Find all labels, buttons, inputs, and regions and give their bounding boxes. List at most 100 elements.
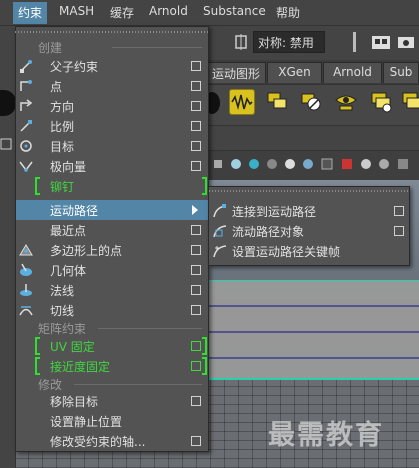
menu-item-label: 法线 [50,284,75,298]
point-constraint-icon [18,78,34,94]
viewport-shading-icons[interactable] [214,156,419,172]
tangent-constraint-icon [18,302,34,318]
menu-item-label: 几何体 [50,264,87,278]
menu-item-label: 设置静止位置 [50,415,123,429]
submenu-item-flow-path-object[interactable]: 流动路径对象 [209,221,409,241]
disable-icon[interactable] [299,89,325,115]
menu-item-rivet[interactable]: 铆钉 [16,176,208,196]
menu-item-point-on-poly[interactable]: 多边形上的点 [16,240,208,260]
option-box[interactable] [191,305,201,315]
highlight-bracket-right [202,177,207,195]
parent-constraint-icon [18,58,34,74]
menu-item-label: 点 [50,80,63,94]
option-box[interactable] [394,226,404,236]
pole-vector-icon [18,158,34,174]
menu-item-aim-constraint[interactable]: 目标 [16,136,208,156]
menu-item-scale-constraint[interactable]: 比例 [16,116,208,136]
set-motion-path-key-icon [212,243,228,259]
menubar-item-help[interactable]: 帮助 [276,4,300,21]
highlight-bracket-left [35,177,40,195]
menu-item-label: 极向量 [50,160,87,174]
option-box[interactable] [191,265,201,275]
menu-item-set-rest-position[interactable]: 设置静止位置 [16,411,208,431]
option-box[interactable] [394,206,404,216]
menubar-item-mash[interactable]: MASH [59,4,94,18]
option-box[interactable] [191,396,201,406]
menu-item-label: 方向 [50,100,75,114]
menubar-item-cache[interactable]: 缓存 [110,4,134,21]
option-box[interactable] [191,101,201,111]
stack-s-icon[interactable] [369,89,395,115]
menu-item-remove-target[interactable]: 移除目标 [16,391,208,411]
highlight-bracket-left [35,357,40,375]
option-box[interactable] [191,245,201,255]
menu-item-label: 移除目标 [50,395,99,409]
submenu-item-set-motion-path-key[interactable]: 设置运动路径关键帧 [209,241,409,261]
watermark: 最需教育 [268,420,384,451]
menu-item-label: 比例 [50,120,75,134]
menu-item-geometry-constraint[interactable]: 几何体 [16,260,208,280]
section-divider [112,47,202,48]
menu-item-closest-point[interactable]: 最近点 [16,220,208,240]
option-box[interactable] [191,436,201,446]
menu-item-label: 最近点 [50,224,87,238]
menu-item-modify-constrained-axis[interactable]: 修改受约束的轴... [16,431,208,451]
option-box[interactable] [191,121,201,131]
option-box[interactable] [191,61,201,71]
highlight-bracket-right [202,357,207,375]
menu-item-motion-paths[interactable]: 运动路径 [16,200,208,220]
scale-constraint-icon [18,118,34,134]
menu-item-uv-pin[interactable]: UV 固定 [16,336,208,356]
divider-handle [353,32,356,52]
copy-settings-icon[interactable] [265,89,291,115]
option-box[interactable] [191,285,201,295]
section-matrix-constraint: 矩阵约束 [16,318,208,338]
menu-item-normal-constraint[interactable]: 法线 [16,280,208,300]
render-icon[interactable] [397,33,417,51]
section-label-matrix: 矩阵约束 [38,322,87,336]
menubar-item-substance[interactable]: Substance [203,4,266,18]
geometry-constraint-icon [18,262,34,278]
menu-item-point-constraint[interactable]: 点 [16,76,208,96]
point-on-poly-icon [18,242,34,258]
symmetry-field[interactable]: 对称: 禁用 [253,31,325,53]
attach-motion-path-icon [212,203,228,219]
eye-icon[interactable] [334,89,360,115]
shelf-tab-substance[interactable]: Sub [383,62,419,83]
menu-item-tangent-constraint[interactable]: 切线 [16,300,208,320]
shelf-tab-arnold[interactable]: Arnold [323,62,382,83]
option-box[interactable] [191,225,201,235]
section-divider [74,384,202,385]
menu-item-parent-constraint[interactable]: 父子约束 [16,56,208,76]
menu-tearoff[interactable] [15,28,209,36]
option-box[interactable] [191,81,201,91]
submenu-tearoff[interactable] [209,188,409,194]
menu-item-label: 多边形上的点 [50,244,123,258]
option-box[interactable] [191,361,201,371]
option-box[interactable] [191,161,201,171]
symmetry-icon[interactable] [233,33,249,51]
orient-constraint-icon [18,98,34,114]
section-divider [98,328,202,329]
main-menubar: 约束 MASH 缓存 Arnold Substance 帮助 [0,0,419,26]
normal-constraint-icon [18,282,34,298]
option-box[interactable] [191,141,201,151]
stack-icon[interactable] [400,89,419,115]
section-label-create: 创建 [38,41,63,55]
menu-item-orient-constraint[interactable]: 方向 [16,96,208,116]
menubar-item-arnold[interactable]: Arnold [149,4,188,18]
shelf-tab-motion-graphics[interactable]: 运动图形 [206,62,266,83]
menu-item-pole-vector[interactable]: 极向量 [16,156,208,176]
submenu-item-label: 流动路径对象 [232,225,305,239]
submenu-item-attach-to-motion-path[interactable]: 连接到运动路径 [209,201,409,221]
flow-path-icon [212,223,228,239]
submenu-item-label: 设置运动路径关键帧 [232,245,341,259]
shelf-tab-xgen[interactable]: XGen [267,62,322,83]
menu-item-proximity-pin[interactable]: 接近度固定 [16,356,208,376]
render-view-icon[interactable] [371,33,393,51]
highlight-bracket-left [35,337,40,355]
option-box[interactable] [191,341,201,351]
menubar-item-constrain[interactable]: 约束 [13,2,48,24]
grid-tool-icon[interactable] [0,138,16,150]
audio-wave-icon[interactable] [229,89,255,115]
